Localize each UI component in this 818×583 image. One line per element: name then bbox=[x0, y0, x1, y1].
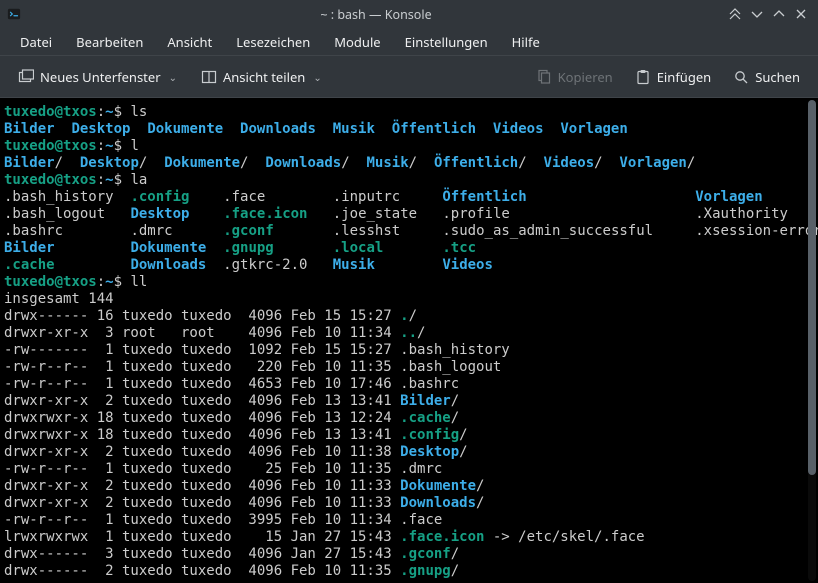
scrollbar-thumb[interactable] bbox=[808, 100, 816, 475]
menubar: Datei Bearbeiten Ansicht Lesezeichen Mod… bbox=[0, 28, 818, 56]
menu-lesezeichen[interactable]: Lesezeichen bbox=[224, 28, 322, 56]
app-icon bbox=[6, 6, 22, 22]
search-label: Suchen bbox=[755, 68, 800, 86]
new-tab-label: Neues Unterfenster bbox=[40, 68, 161, 86]
chevron-down-icon: ⌄ bbox=[169, 70, 177, 84]
search-button[interactable]: Suchen bbox=[725, 63, 808, 91]
menu-module[interactable]: Module bbox=[322, 28, 392, 56]
window-title: ~ : bash — Konsole bbox=[28, 6, 724, 23]
split-view-label: Ansicht teilen bbox=[223, 68, 305, 86]
toolbar: Neues Unterfenster ⌄ Ansicht teilen ⌄ Ko… bbox=[0, 56, 818, 98]
split-view-icon bbox=[201, 69, 217, 85]
split-view-button[interactable]: Ansicht teilen ⌄ bbox=[193, 63, 330, 91]
terminal-output[interactable]: tuxedo@txos:~$ ls Bilder Desktop Dokumen… bbox=[0, 98, 818, 583]
menu-bearbeiten[interactable]: Bearbeiten bbox=[64, 28, 155, 56]
paste-label: Einfügen bbox=[657, 68, 711, 86]
menu-einstellungen[interactable]: Einstellungen bbox=[393, 28, 500, 56]
scrollbar[interactable] bbox=[808, 100, 816, 581]
close-icon[interactable] bbox=[790, 3, 812, 25]
copy-label: Kopieren bbox=[558, 68, 613, 86]
menu-ansicht[interactable]: Ansicht bbox=[155, 28, 224, 56]
maximize-icon[interactable] bbox=[768, 3, 790, 25]
search-icon bbox=[733, 69, 749, 85]
new-tab-button[interactable]: Neues Unterfenster ⌄ bbox=[10, 63, 185, 91]
minimize-icon[interactable] bbox=[746, 3, 768, 25]
copy-icon bbox=[536, 69, 552, 85]
copy-button[interactable]: Kopieren bbox=[528, 63, 621, 91]
keep-above-icon[interactable] bbox=[724, 3, 746, 25]
chevron-down-icon: ⌄ bbox=[313, 70, 321, 84]
menu-hilfe[interactable]: Hilfe bbox=[500, 28, 552, 56]
new-tab-icon bbox=[18, 69, 34, 85]
paste-icon bbox=[635, 69, 651, 85]
titlebar: ~ : bash — Konsole bbox=[0, 0, 818, 28]
paste-button[interactable]: Einfügen bbox=[627, 63, 719, 91]
menu-datei[interactable]: Datei bbox=[8, 28, 64, 56]
